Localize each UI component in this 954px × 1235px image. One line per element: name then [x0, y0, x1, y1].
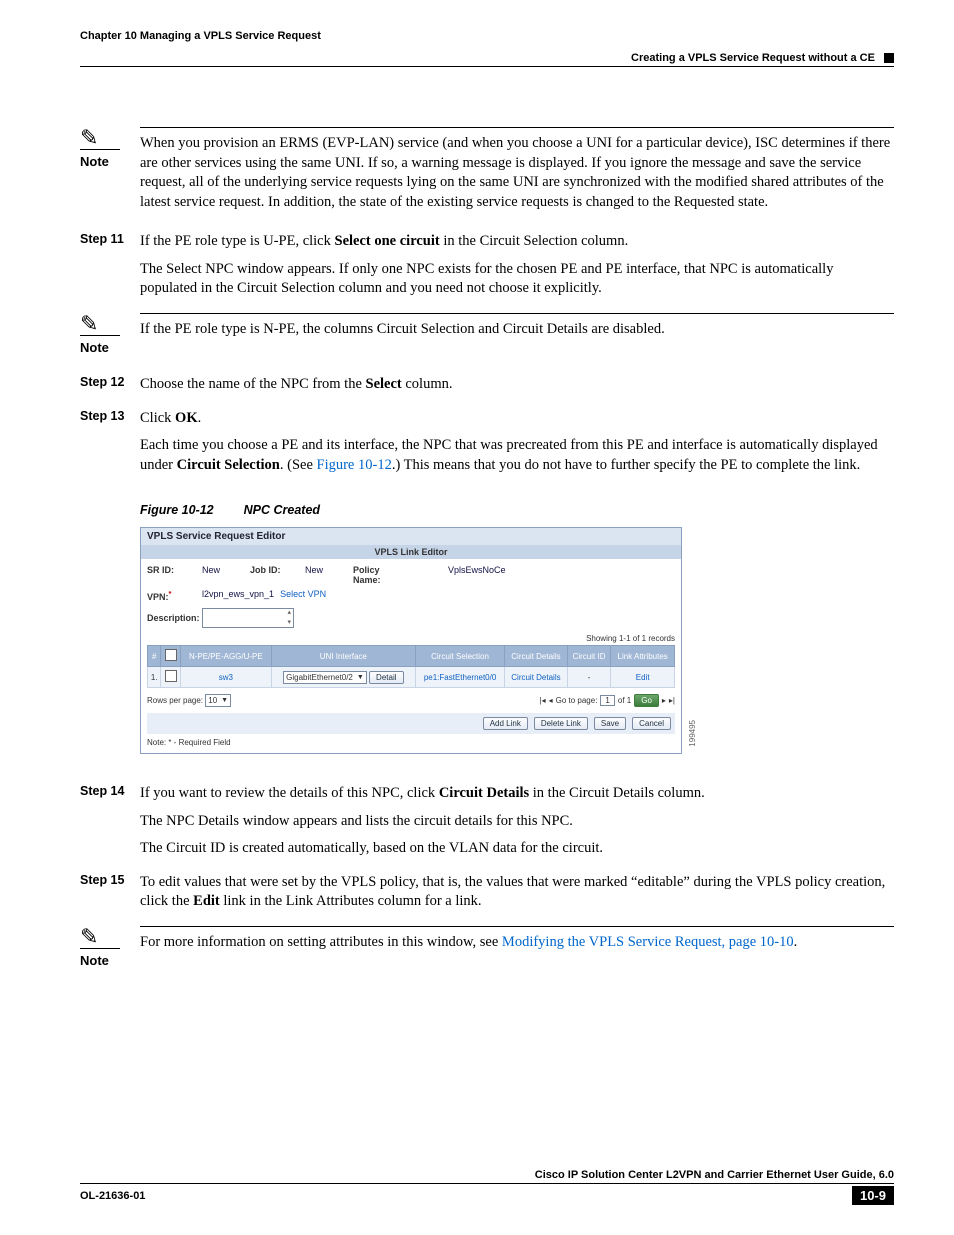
page-number-badge: 10-9	[852, 1186, 894, 1205]
page-first-icon[interactable]: |◂	[540, 696, 546, 705]
select-vpn-link[interactable]: Select VPN	[280, 589, 326, 602]
page-last-icon[interactable]: ▸|	[669, 696, 675, 705]
pencil-icon: ✎	[80, 313, 140, 335]
header-rule	[80, 66, 894, 67]
figure-title: VPLS Service Request Editor	[141, 528, 681, 545]
figure-vpls-editor: VPLS Service Request Editor VPLS Link Ed…	[140, 527, 682, 754]
step-11: Step 11 If the PE role type is U-PE, cli…	[80, 232, 894, 307]
pencil-icon: ✎	[80, 926, 140, 948]
figure-subtitle: VPLS Link Editor	[141, 545, 681, 559]
step-13: Step 13 Click OK. Each time you choose a…	[80, 409, 894, 484]
edit-link[interactable]: Edit	[611, 667, 675, 688]
detail-button[interactable]: Detail	[369, 671, 403, 684]
header-marker-icon	[884, 53, 894, 63]
save-button[interactable]: Save	[594, 717, 626, 730]
footer-guide: Cisco IP Solution Center L2VPN and Carri…	[80, 1169, 894, 1181]
header-left: Chapter 10 Managing a VPLS Service Reque…	[80, 30, 894, 42]
page-footer: Cisco IP Solution Center L2VPN and Carri…	[80, 1169, 894, 1205]
page-next-icon[interactable]: ▸	[662, 696, 666, 705]
rows-per-page-dropdown[interactable]: 10▼	[205, 694, 231, 707]
pe-link[interactable]: sw3	[180, 667, 271, 688]
figure-caption: Figure 10-12NPC Created	[140, 503, 894, 517]
footer-docid: OL-21636-01	[80, 1190, 145, 1202]
uni-dropdown[interactable]: GigabitEthernet0/2▼	[283, 671, 367, 684]
modify-vpls-link[interactable]: Modifying the VPLS Service Request, page…	[502, 934, 794, 950]
note-text-1: When you provision an ERMS (EVP-LAN) ser…	[140, 135, 890, 210]
row-checkbox[interactable]	[165, 670, 177, 682]
note-label: Note	[80, 953, 140, 968]
page-prev-icon[interactable]: ◂	[549, 696, 553, 705]
records-count: Showing 1-1 of 1 records	[147, 634, 675, 643]
note-block-2: ✎ Note If the PE role type is N-PE, the …	[80, 313, 894, 355]
checkbox-header[interactable]	[165, 649, 177, 661]
required-note: Note: * - Required Field	[147, 738, 675, 747]
step-15: Step 15 To edit values that were set by …	[80, 873, 894, 920]
note-text-2: If the PE role type is N-PE, the columns…	[140, 321, 665, 337]
note-label: Note	[80, 340, 140, 355]
table-row: 1. sw3 GigabitEthernet0/2▼ Detail pe1:Fa…	[148, 667, 675, 688]
header-right: Creating a VPLS Service Request without …	[631, 52, 875, 64]
add-link-button[interactable]: Add Link	[483, 717, 528, 730]
circuit-details-link[interactable]: Circuit Details	[505, 667, 568, 688]
circuit-selection-link[interactable]: pe1:FastEthernet0/0	[415, 667, 504, 688]
delete-link-button[interactable]: Delete Link	[534, 717, 588, 730]
step-12: Step 12 Choose the name of the NPC from …	[80, 375, 894, 403]
figure-id: 199495	[688, 720, 697, 747]
step-label: Step 11	[80, 232, 140, 307]
step-14: Step 14 If you want to review the detail…	[80, 784, 894, 867]
chevron-down-icon: ▼	[357, 674, 364, 681]
page-input[interactable]: 1	[600, 695, 614, 706]
pencil-icon: ✎	[80, 127, 140, 149]
cancel-button[interactable]: Cancel	[632, 717, 671, 730]
go-button[interactable]: Go	[634, 694, 659, 707]
link-table: # N-PE/PE-AGG/U-PE UNI Interface Circuit…	[147, 645, 675, 688]
note-block-1: ✎ Note When you provision an ERMS (EVP-L…	[80, 127, 894, 212]
figure-link[interactable]: Figure 10-12	[317, 457, 392, 473]
chevron-down-icon: ▼	[221, 697, 228, 704]
description-textarea[interactable]: ▴▾	[202, 608, 294, 628]
note-block-3: ✎ Note For more information on setting a…	[80, 926, 894, 968]
note-label: Note	[80, 154, 140, 169]
